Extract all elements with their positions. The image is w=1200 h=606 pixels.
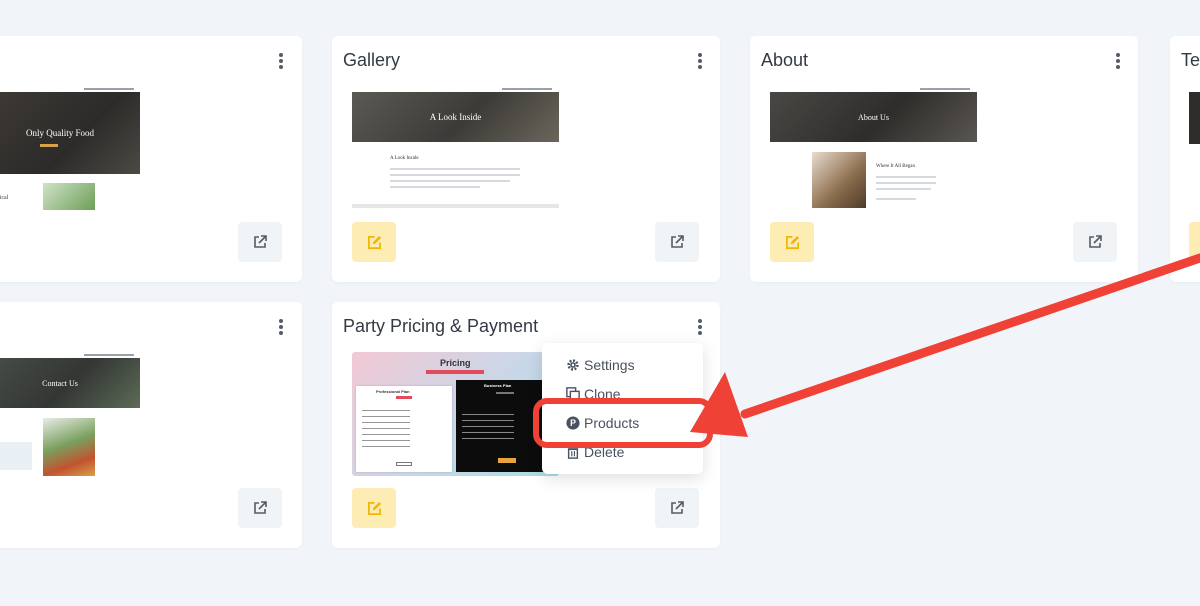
page-card-home: Only Quality Food lical <box>0 36 302 282</box>
external-link-icon <box>1089 235 1102 248</box>
card-title: Tea <box>1181 50 1200 70</box>
page-thumbnail[interactable]: A Look Inside A Look Inside <box>352 86 559 208</box>
page-card-contact: Contact Us <box>0 302 302 548</box>
highlight-box <box>533 398 713 448</box>
card-menu-icon[interactable] <box>276 318 286 336</box>
external-link-icon <box>254 501 267 514</box>
edit-icon <box>367 501 381 515</box>
page-card-about: About About Us Where It All Began <box>750 36 1138 282</box>
thumb-heading: Contact Us <box>42 378 78 388</box>
edit-page-button[interactable] <box>352 222 396 262</box>
thumb-text: lical <box>0 195 9 201</box>
card-menu-icon[interactable] <box>1113 52 1123 70</box>
page-thumbnail[interactable]: Pricing Professional Plan Business Plan <box>352 352 559 476</box>
open-page-button[interactable] <box>1073 222 1117 262</box>
menu-item-label: Settings <box>584 357 635 373</box>
page-card-gallery: Gallery A Look Inside A Look Inside <box>332 36 720 282</box>
thumb-heading: A Look Inside <box>429 112 482 122</box>
edit-icon <box>785 235 799 249</box>
card-menu-icon[interactable] <box>695 52 705 70</box>
card-menu-icon[interactable] <box>695 318 705 336</box>
open-page-button[interactable] <box>655 222 699 262</box>
thumb-subheading: A Look Inside <box>390 156 419 161</box>
edit-icon <box>367 235 381 249</box>
thumb-subheading: Where It All Began <box>876 164 916 169</box>
open-page-button[interactable] <box>238 222 282 262</box>
external-link-icon <box>671 235 684 248</box>
external-link-icon <box>254 235 267 248</box>
page-card-team: Tea <box>1170 36 1200 282</box>
menu-item-settings[interactable]: Settings <box>566 354 635 376</box>
open-page-button[interactable] <box>655 488 699 528</box>
card-title: About <box>761 50 809 70</box>
external-link-icon <box>671 501 684 514</box>
thumb-heading: Only Quality Food <box>25 128 94 138</box>
edit-page-button[interactable] <box>770 222 814 262</box>
page-thumbnail[interactable]: About Us Where It All Began <box>770 86 977 208</box>
card-menu-icon[interactable] <box>276 52 286 70</box>
page-thumbnail[interactable]: Only Quality Food lical <box>0 88 160 210</box>
card-title: Gallery <box>343 50 401 70</box>
card-title: Party Pricing & Payment <box>343 316 539 336</box>
open-page-button[interactable] <box>238 488 282 528</box>
plan-title: Business Plan <box>484 383 512 388</box>
edit-page-button[interactable] <box>352 488 396 528</box>
thumb-heading: Pricing <box>440 358 471 368</box>
plan-title: Professional Plan <box>376 389 410 394</box>
gear-icon <box>567 359 579 371</box>
page-thumbnail[interactable]: Contact Us <box>0 352 160 476</box>
thumb-heading: About Us <box>858 112 889 122</box>
